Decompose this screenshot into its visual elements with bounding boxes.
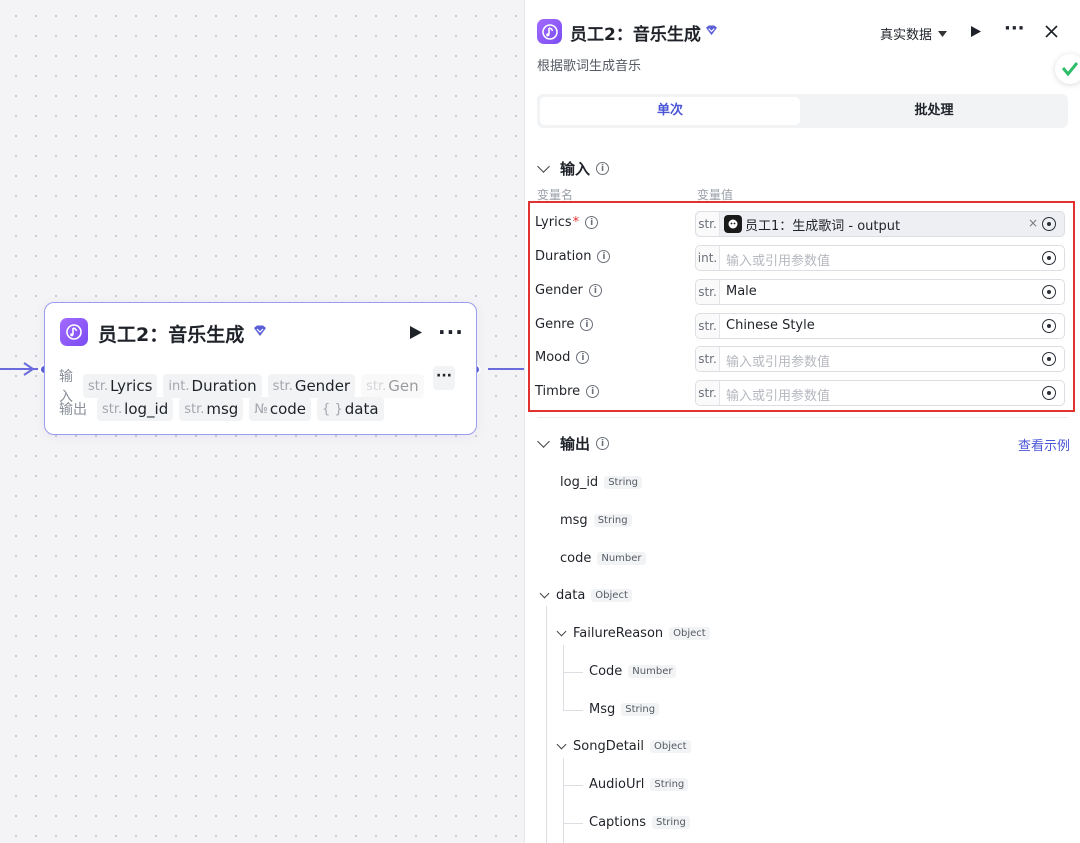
output-item-failure-reason[interactable]: FailureReason Object [556,626,710,641]
panel-description: 根据歌词生成音乐 [537,59,642,74]
reference-variable-icon[interactable] [1042,319,1056,333]
node-test-panel: 员工2：音乐生成 真实数据 ··· 根据歌词生成音乐 单次 批处理 输入 i 变… [524,0,1080,843]
tree-guide [563,645,564,711]
premium-badge-icon [706,25,717,36]
caret-down-icon [938,30,948,37]
input-row-timbre: Timbre i str. 输入或引用参数值 [525,380,1065,406]
info-icon: i [580,318,594,331]
mood-field[interactable]: str. 输入或引用参数值 [695,346,1065,372]
edge-arrow-icon [23,362,35,376]
node-input-chip: int. Duration [163,374,262,398]
clear-reference-icon[interactable]: × [1028,216,1038,230]
chevron-down-icon [556,739,567,749]
workflow-canvas[interactable]: 员工2：音乐生成 ··· 输入 str. Lyrics int. Duration … [0,0,524,843]
info-icon: i [576,351,590,364]
node-input-chip: str. Gender [267,374,356,398]
run-mode-tabs: 单次 批处理 [537,94,1068,128]
tab-batch[interactable]: 批处理 [803,97,1065,125]
panel-more-icon[interactable]: ··· [1004,18,1025,39]
tree-guide [563,785,583,786]
output-item-data[interactable]: data Object [539,588,632,603]
info-icon: i [596,162,610,175]
gender-field[interactable]: str. Male [695,279,1065,305]
node-title: 员工2：音乐生成 [98,324,245,346]
data-mode-dropdown[interactable]: 真实数据 [880,24,948,43]
output-item-log-id: log_id String [560,475,643,490]
reference-variable-icon[interactable] [1042,386,1056,400]
tab-single[interactable]: 单次 [540,97,800,125]
tree-guide [546,606,547,843]
output-section-header[interactable]: 输出 i [537,433,610,454]
node-input-chip-faded: str. Gen [361,374,424,398]
node-output-chip: str. log_id [97,397,174,421]
info-icon: i [596,437,610,450]
output-item-song-detail[interactable]: SongDetail Object [556,739,691,754]
output-item-msg: msg String [560,513,632,528]
reference-variable-icon[interactable] [1042,285,1056,299]
timbre-field[interactable]: str. 输入或引用参数值 [695,380,1065,406]
reference-variable-icon[interactable] [1042,352,1056,366]
chevron-down-icon [539,588,550,598]
close-icon[interactable] [1045,25,1058,38]
output-item-failure-msg: Msg String [589,702,660,717]
outgoing-edge [488,368,524,370]
node-output-label: 输出 [59,402,87,418]
view-example-link[interactable]: 查看示例 [1018,435,1070,454]
tree-guide [563,672,583,673]
chevron-down-icon [537,159,550,173]
check-logo-icon [1062,62,1078,76]
run-node-icon[interactable] [409,325,423,340]
music-app-icon [537,19,562,44]
input-row-duration: Duration i int. 输入或引用参数值 [525,245,1065,271]
chevron-down-icon [537,434,550,448]
input-row-gender: Gender i str. Male [525,279,1065,305]
output-item-audio-url: AudioUrl String [589,777,689,792]
panel-title: 员工2：音乐生成 [570,25,701,45]
input-row-genre: Genre i str. Chinese Style [525,313,1065,339]
output-item-captions: Captions String [589,815,690,830]
duration-field[interactable]: int. 输入或引用参数值 [695,245,1065,271]
info-icon: i [585,216,599,229]
output-item-code: code Number [560,551,646,566]
node-output-chip: str. msg [179,397,244,421]
output-item-failure-code: Code Number [589,664,677,679]
reference-variable-icon[interactable] [1042,217,1056,231]
node-output-chip: № code [249,397,312,421]
node-output-chip: { } data [317,397,384,421]
info-icon: i [586,385,600,398]
chevron-down-icon [556,626,567,636]
info-icon: i [597,250,611,263]
music-app-icon [60,318,88,346]
premium-badge-icon [254,325,266,336]
node-more-icon[interactable]: ··· [438,320,464,344]
input-row-lyrics: Lyrics * i str. 员工1：生成歌词 - output × [525,211,1065,237]
node-outputs-row: 输出 str. log_id str. msg № code { } data [59,397,390,421]
node-inputs-more-button[interactable]: ··· [433,366,455,390]
tree-guide [563,823,583,824]
lyrics-field[interactable]: str. 员工1：生成歌词 - output × [695,211,1065,237]
bot-avatar-icon [724,215,742,233]
node-input-chip: str. Lyrics [83,374,158,398]
tree-guide [563,758,564,843]
assistant-badge[interactable] [1055,54,1080,84]
reference-variable-icon[interactable] [1042,251,1056,265]
input-section-header[interactable]: 输入 i [537,158,610,179]
reference-chip[interactable]: 员工1：生成歌词 - output [724,214,900,234]
run-test-icon[interactable] [970,25,982,38]
section-divider [537,417,1068,418]
info-icon: i [588,284,602,297]
tree-guide [563,710,583,711]
input-row-mood: Mood i str. 输入或引用参数值 [525,346,1065,372]
genre-field[interactable]: str. Chinese Style [695,313,1065,339]
